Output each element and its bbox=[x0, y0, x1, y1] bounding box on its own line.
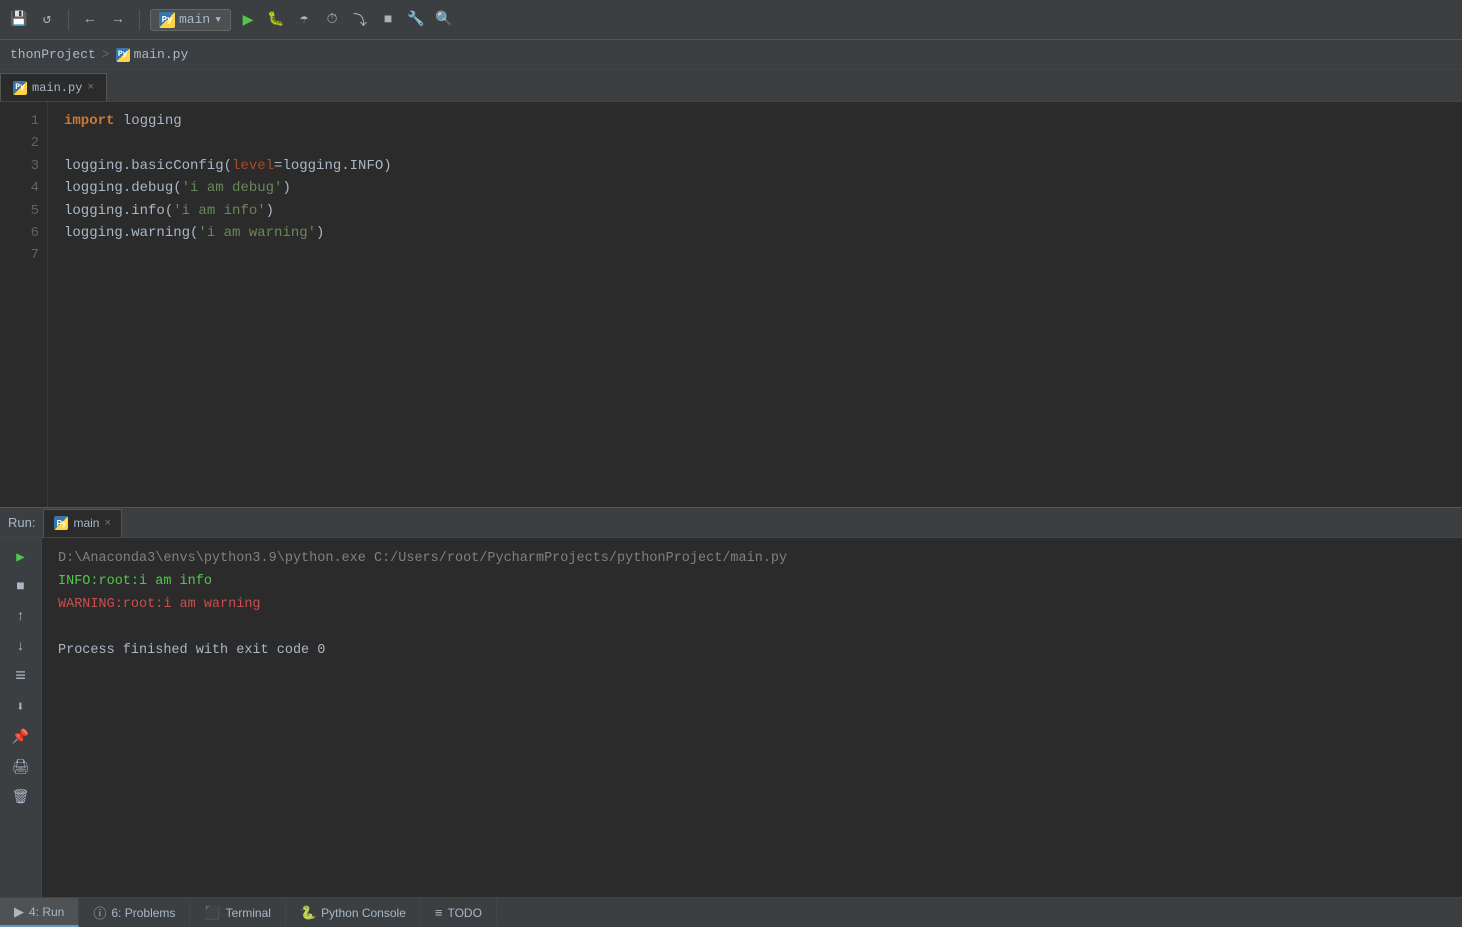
line-number-3: 3 bbox=[8, 155, 39, 177]
tab-file-icon: Py bbox=[13, 81, 27, 95]
run-output-line-5: Process finished with exit code 0 bbox=[58, 640, 1446, 663]
tab-filename: main.py bbox=[32, 81, 82, 95]
run-scroll-up-button[interactable]: ↑ bbox=[8, 604, 34, 630]
code-line-2 bbox=[64, 132, 1446, 154]
breadcrumb: thonProject > Py main.py bbox=[0, 40, 1462, 70]
status-terminal-label: Terminal bbox=[226, 906, 271, 920]
toolbar-separator-1 bbox=[68, 10, 69, 30]
line-numbers: 1 2 3 4 5 6 7 bbox=[0, 102, 48, 507]
code-line-5: logging.info('i am info') bbox=[64, 200, 1446, 222]
code-line-7 bbox=[64, 244, 1446, 266]
status-problems-label: 6: Problems bbox=[111, 906, 175, 920]
code-line-1: import logging bbox=[64, 110, 1446, 132]
status-todo-label: TODO bbox=[447, 906, 481, 920]
line-number-1: 1 bbox=[8, 110, 39, 132]
status-item-python-console[interactable]: 🐍 Python Console bbox=[286, 898, 421, 927]
run-scroll-down-button[interactable]: ↓ bbox=[8, 634, 34, 660]
run-print-button[interactable]: 🖨 bbox=[8, 754, 34, 780]
run-softcopy-button[interactable]: ⬇ bbox=[8, 694, 34, 720]
breadcrumb-file-icon: Py bbox=[116, 48, 130, 62]
run-tab-icon: Py bbox=[54, 516, 68, 530]
run-menu-button[interactable]: ≡ bbox=[8, 664, 34, 690]
run-output-line-4 bbox=[58, 617, 1446, 640]
coverage-icon[interactable]: ☂ bbox=[293, 9, 315, 31]
code-line-3: logging.basicConfig(level=logging.INFO) bbox=[64, 155, 1446, 177]
run-output: D:\Anaconda3\envs\python3.9\python.exe C… bbox=[42, 538, 1462, 897]
debug-icon[interactable]: 🐛 bbox=[265, 9, 287, 31]
save-icon[interactable]: 💾 bbox=[8, 9, 30, 31]
profile-icon[interactable]: ⏱ bbox=[321, 9, 343, 31]
code-line-4: logging.debug('i am debug') bbox=[64, 177, 1446, 199]
status-item-todo[interactable]: ≡ TODO bbox=[421, 898, 497, 927]
run-icon[interactable]: ▶ bbox=[237, 9, 259, 31]
status-item-run[interactable]: ▶ 4: Run bbox=[0, 898, 79, 927]
run-panel: Run: Py main × ▶ ■ ↑ ↓ ≡ ⬇ 📌 🖨 🗑 D:\Anac… bbox=[0, 507, 1462, 897]
run-tab-label: main bbox=[73, 516, 99, 530]
stop-icon[interactable]: ■ bbox=[377, 9, 399, 31]
status-python-console-label: Python Console bbox=[321, 906, 406, 920]
breadcrumb-file[interactable]: Py main.py bbox=[116, 47, 189, 62]
run-play-button[interactable]: ▶ bbox=[8, 544, 34, 570]
run-stop-button[interactable]: ■ bbox=[8, 574, 34, 600]
tab-close-button[interactable]: × bbox=[87, 82, 94, 94]
line-number-6: 6 bbox=[8, 222, 39, 244]
toolbar-separator-2 bbox=[139, 10, 140, 30]
line-number-7: 7 bbox=[8, 244, 39, 266]
search-icon[interactable]: 🔍 bbox=[433, 9, 455, 31]
breadcrumb-project-label: thonProject bbox=[10, 47, 96, 62]
breadcrumb-file-label: main.py bbox=[134, 47, 189, 62]
status-item-problems[interactable]: ⓘ 6: Problems bbox=[79, 898, 190, 927]
run-delete-button[interactable]: 🗑 bbox=[8, 784, 34, 810]
run-panel-body: ▶ ■ ↑ ↓ ≡ ⬇ 📌 🖨 🗑 D:\Anaconda3\envs\pyth… bbox=[0, 538, 1462, 897]
status-run-icon: ▶ bbox=[14, 904, 24, 920]
status-todo-icon: ≡ bbox=[435, 905, 443, 920]
status-terminal-icon: ⬛ bbox=[204, 905, 220, 921]
line-number-4: 4 bbox=[8, 177, 39, 199]
python-icon: Py bbox=[159, 12, 175, 28]
editor-tab-main[interactable]: Py main.py × bbox=[0, 73, 107, 101]
wrench-icon[interactable]: 🔧 bbox=[405, 9, 427, 31]
editor-tabs: Py main.py × bbox=[0, 70, 1462, 102]
run-config-label: main bbox=[179, 12, 210, 27]
breadcrumb-separator: > bbox=[102, 47, 110, 62]
line-number-5: 5 bbox=[8, 200, 39, 222]
run-output-line-2: INFO:root:i am info bbox=[58, 571, 1446, 594]
run-panel-header: Run: Py main × bbox=[0, 508, 1462, 538]
status-problems-icon: ⓘ bbox=[93, 903, 106, 922]
status-run-label: 4: Run bbox=[29, 905, 64, 919]
back-icon[interactable]: ← bbox=[79, 9, 101, 31]
step-over-icon[interactable]: ⤵ bbox=[349, 9, 371, 31]
run-tab-close[interactable]: × bbox=[104, 517, 110, 529]
run-pin-button[interactable]: 📌 bbox=[8, 724, 34, 750]
run-tab-main[interactable]: Py main × bbox=[43, 509, 121, 537]
status-bar: ▶ 4: Run ⓘ 6: Problems ⬛ Terminal 🐍 Pyth… bbox=[0, 897, 1462, 927]
code-editor[interactable]: import logging logging.basicConfig(level… bbox=[48, 102, 1462, 507]
status-python-icon: 🐍 bbox=[300, 905, 316, 921]
breadcrumb-project[interactable]: thonProject bbox=[10, 47, 96, 62]
run-sidebar: ▶ ■ ↑ ↓ ≡ ⬇ 📌 🖨 🗑 bbox=[0, 538, 42, 897]
code-line-6: logging.warning('i am warning') bbox=[64, 222, 1446, 244]
line-number-2: 2 bbox=[8, 132, 39, 154]
status-item-terminal[interactable]: ⬛ Terminal bbox=[190, 898, 286, 927]
run-config-button[interactable]: Py main ▾ bbox=[150, 9, 231, 31]
run-output-line-3: WARNING:root:i am warning bbox=[58, 594, 1446, 617]
editor-area: 1 2 3 4 5 6 7 import logging logging.bas… bbox=[0, 102, 1462, 507]
forward-icon[interactable]: → bbox=[107, 9, 129, 31]
toolbar: 💾 ↺ ← → Py main ▾ ▶ 🐛 ☂ ⏱ ⤵ ■ 🔧 🔍 bbox=[0, 0, 1462, 40]
run-output-line-1: D:\Anaconda3\envs\python3.9\python.exe C… bbox=[58, 548, 1446, 571]
run-label: Run: bbox=[8, 515, 35, 530]
refresh-icon[interactable]: ↺ bbox=[36, 9, 58, 31]
run-config-dropdown-icon: ▾ bbox=[214, 12, 222, 27]
